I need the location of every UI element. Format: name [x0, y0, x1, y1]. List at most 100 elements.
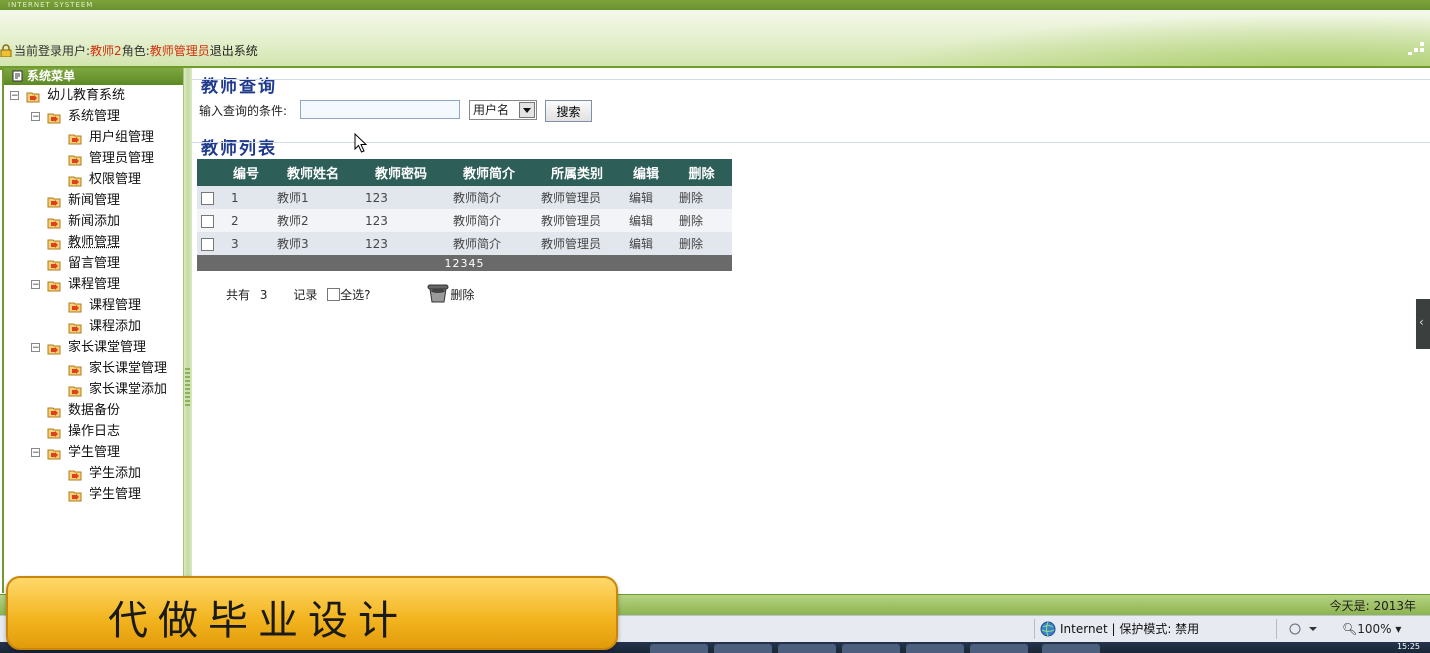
menu-item[interactable]: 操作日志 — [4, 421, 184, 442]
settings-icon[interactable] — [1288, 622, 1318, 636]
taskbar-button[interactable] — [650, 644, 708, 653]
menu-item-label[interactable]: 学生添加 — [89, 463, 141, 484]
menu-item-label[interactable]: 课程管理 — [68, 274, 120, 295]
delete-link[interactable]: 删除 — [671, 209, 732, 232]
taskbar-button[interactable] — [778, 644, 836, 653]
menu-item-label[interactable]: 学生管理 — [68, 442, 120, 463]
menu-item-label[interactable]: 操作日志 — [68, 421, 120, 442]
menu-item-label[interactable]: 数据备份 — [68, 400, 120, 421]
menu-item[interactable]: 用户组管理 — [4, 127, 184, 148]
menu-item-label[interactable]: 用户组管理 — [89, 127, 154, 148]
query-label: 输入查询的条件: — [199, 104, 288, 118]
menu-item-label[interactable]: 课程管理 — [89, 295, 141, 316]
banner-text: 代做毕业设计 — [108, 598, 408, 644]
menu-item[interactable]: 教师管理 — [4, 232, 184, 253]
row-checkbox[interactable] — [201, 191, 214, 205]
menu-item-label[interactable]: 管理员管理 — [89, 148, 154, 169]
row-checkbox[interactable] — [201, 237, 214, 251]
menu-item-label[interactable]: 权限管理 — [89, 169, 141, 190]
bulk-delete-link[interactable]: 删除 — [450, 288, 474, 302]
zoom-level[interactable]: 🔍︎100% ▾ — [1342, 620, 1401, 638]
menu-item[interactable]: 家长课堂管理 — [4, 358, 184, 379]
row-checkbox[interactable] — [201, 214, 214, 228]
pager-links[interactable]: 12345 — [197, 255, 732, 271]
splitter-grip-icon[interactable] — [185, 368, 190, 408]
side-panel-tab[interactable]: ‹ — [1416, 299, 1430, 349]
menu-item[interactable]: − 学生管理 — [4, 442, 184, 463]
delete-link[interactable]: 删除 — [671, 232, 732, 255]
folder-arrow-icon — [47, 257, 61, 271]
menu-item-label[interactable]: 家长课堂管理 — [68, 337, 146, 358]
name-cell: 教师1 — [269, 186, 357, 209]
menu-item-label[interactable]: 学生管理 — [89, 484, 141, 505]
table-row: 2 教师2 123 教师简介 教师管理员 编辑 删除 — [197, 209, 732, 232]
menu-item[interactable]: 数据备份 — [4, 400, 184, 421]
taskbar-button[interactable] — [1042, 644, 1100, 653]
taskbar-button[interactable] — [970, 644, 1028, 653]
table-row: 1 教师1 123 教师简介 教师管理员 编辑 删除 — [197, 186, 732, 209]
menu-item[interactable]: 新闻管理 — [4, 190, 184, 211]
teacher-table: 编号 教师姓名 教师密码 教师简介 所属类别 编辑 删除 1 教师1 123 教师简介… — [197, 159, 732, 271]
intro-cell: 教师简介 — [445, 209, 533, 232]
menu-item[interactable]: 留言管理 — [4, 253, 184, 274]
menu-item-label[interactable]: 教师管理 — [68, 232, 120, 253]
category-cell: 教师管理员 — [533, 209, 621, 232]
login-prefix: 当前登录用户: — [14, 44, 91, 58]
menu-item[interactable]: 学生管理 — [4, 484, 184, 505]
query-field-select[interactable]: 用户名 — [469, 100, 537, 120]
system-tag: INTERNET SYSTEEM — [8, 1, 94, 9]
security-zone[interactable]: Internet | 保护模式: 禁用 — [1040, 620, 1199, 638]
trash-icon[interactable] — [426, 283, 450, 303]
menu-item-label[interactable]: 留言管理 — [68, 253, 120, 274]
taskbar-button[interactable] — [714, 644, 772, 653]
lock-icon — [0, 44, 12, 57]
folder-arrow-icon — [68, 299, 82, 313]
menu-item[interactable]: − 系统管理 — [4, 106, 184, 127]
folder-arrow-icon — [47, 194, 61, 208]
chevron-down-icon — [523, 108, 531, 113]
taskbar-button[interactable] — [906, 644, 964, 653]
folder-arrow-icon — [47, 215, 61, 229]
select-all-checkbox[interactable] — [327, 288, 341, 301]
query-input[interactable] — [300, 100, 460, 119]
menu-item[interactable]: − 幼儿教育系统 — [4, 85, 184, 106]
total-suffix: 记录 — [293, 288, 318, 302]
menu-item-label[interactable]: 课程添加 — [89, 316, 141, 337]
menu-item[interactable]: 课程添加 — [4, 316, 184, 337]
menu-item-label[interactable]: 家长课堂管理 — [89, 358, 167, 379]
menu-item[interactable]: 新闻添加 — [4, 211, 184, 232]
menu-item-label[interactable]: 新闻管理 — [68, 190, 120, 211]
folder-arrow-icon — [47, 425, 61, 439]
dropdown-button[interactable] — [519, 102, 535, 118]
frame-splitter[interactable] — [183, 68, 192, 593]
collapse-toggle-icon[interactable]: − — [10, 91, 19, 101]
collapse-toggle-icon[interactable]: − — [31, 343, 40, 353]
collapse-toggle-icon[interactable]: − — [31, 112, 40, 122]
grid-dots-icon — [1408, 42, 1424, 55]
menu-item-label[interactable]: 幼儿教育系统 — [47, 85, 125, 106]
edit-link[interactable]: 编辑 — [621, 209, 671, 232]
menu-item-label[interactable]: 家长课堂添加 — [89, 379, 167, 400]
folder-arrow-icon — [68, 362, 82, 376]
column-header: 编辑 — [621, 159, 671, 186]
menu-item[interactable]: − 课程管理 — [4, 274, 184, 295]
menu-item[interactable]: 权限管理 — [4, 169, 184, 190]
search-button[interactable]: 搜索 — [545, 100, 592, 122]
menu-item[interactable]: 管理员管理 — [4, 148, 184, 169]
collapse-toggle-icon[interactable]: − — [31, 448, 40, 458]
menu-item[interactable]: − 家长课堂管理 — [4, 337, 184, 358]
menu-item[interactable]: 课程管理 — [4, 295, 184, 316]
menu-item[interactable]: 学生添加 — [4, 463, 184, 484]
taskbar-button[interactable] — [842, 644, 900, 653]
menu-item-label[interactable]: 系统管理 — [68, 106, 120, 127]
edit-link[interactable]: 编辑 — [621, 232, 671, 255]
edit-link[interactable]: 编辑 — [621, 186, 671, 209]
delete-link[interactable]: 删除 — [671, 186, 732, 209]
category-cell: 教师管理员 — [533, 186, 621, 209]
menu-item-label[interactable]: 新闻添加 — [68, 211, 120, 232]
password-cell: 123 — [357, 186, 445, 209]
name-cell: 教师3 — [269, 232, 357, 255]
logout-link[interactable]: 退出系统 — [210, 44, 258, 58]
collapse-toggle-icon[interactable]: − — [31, 280, 40, 290]
menu-item[interactable]: 家长课堂添加 — [4, 379, 184, 400]
